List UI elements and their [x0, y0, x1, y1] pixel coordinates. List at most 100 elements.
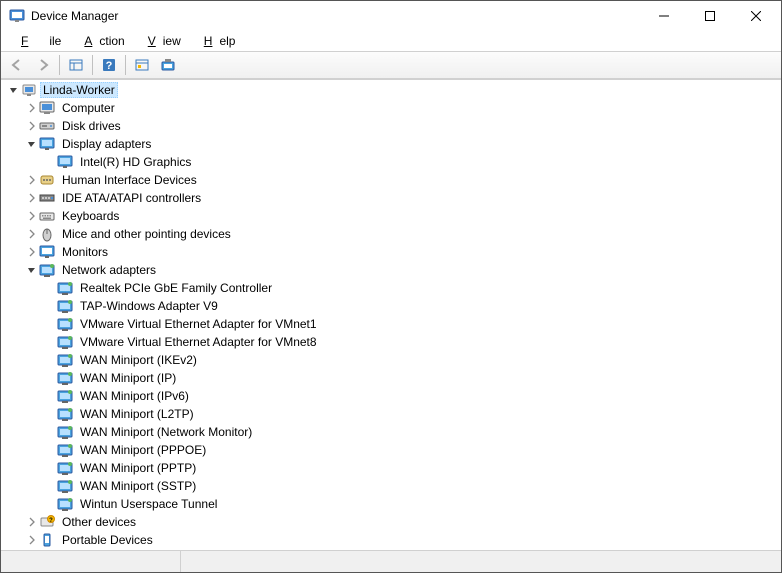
tree-device[interactable]: Realtek PCIe GbE Family Controller	[3, 279, 781, 297]
window-title: Device Manager	[31, 9, 641, 23]
network-icon	[57, 406, 73, 422]
mouse-icon	[39, 226, 55, 242]
titlebar[interactable]: Device Manager	[1, 1, 781, 31]
chevron-down-icon[interactable]	[25, 263, 39, 277]
tree-device[interactable]: Intel(R) HD Graphics	[3, 153, 781, 171]
network-icon	[57, 424, 73, 440]
toolbar-separator	[59, 55, 60, 75]
tree-category-label: Human Interface Devices	[59, 173, 200, 187]
ide-icon	[39, 190, 55, 206]
tree-device[interactable]: WAN Miniport (IP)	[3, 369, 781, 387]
scan-button[interactable]	[130, 53, 154, 77]
network-icon	[57, 298, 73, 314]
show-hide-console-button[interactable]	[64, 53, 88, 77]
tree-device-label: VMware Virtual Ethernet Adapter for VMne…	[77, 317, 320, 331]
menu-help[interactable]: Help	[190, 33, 243, 49]
tree-device-label: WAN Miniport (IPv6)	[77, 389, 192, 403]
tree-category-label: Mice and other pointing devices	[59, 227, 234, 241]
tree-category-label: Other devices	[59, 515, 139, 529]
properties-toolbar-button[interactable]	[156, 53, 180, 77]
tree-category-label: Keyboards	[59, 209, 122, 223]
tree-category[interactable]: Network adapters	[3, 261, 781, 279]
status-cell	[1, 551, 181, 572]
toolbar: ?	[1, 51, 781, 79]
app-icon	[9, 8, 25, 24]
tree-device[interactable]: VMware Virtual Ethernet Adapter for VMne…	[3, 315, 781, 333]
chevron-right-icon[interactable]	[25, 515, 39, 529]
disk-icon	[39, 118, 55, 134]
portable-icon	[39, 532, 55, 548]
chevron-right-icon[interactable]	[25, 173, 39, 187]
tree-category[interactable]: Monitors	[3, 243, 781, 261]
tree-device[interactable]: VMware Virtual Ethernet Adapter for VMne…	[3, 333, 781, 351]
menu-action[interactable]: Action	[70, 33, 131, 49]
tree-category[interactable]: Human Interface Devices	[3, 171, 781, 189]
other-icon	[39, 514, 55, 530]
device-tree: Linda-Worker Computer Disk drivesDisplay a…	[3, 81, 781, 549]
network-icon	[57, 370, 73, 386]
tree-device-label: TAP-Windows Adapter V9	[77, 299, 221, 313]
tree-category[interactable]: Other devices	[3, 513, 781, 531]
tree-device[interactable]: WAN Miniport (PPPOE)	[3, 441, 781, 459]
tree-category[interactable]: Mice and other pointing devices	[3, 225, 781, 243]
tree-device-label: VMware Virtual Ethernet Adapter for VMne…	[77, 335, 320, 349]
status-cell	[181, 551, 781, 572]
tree-root-label: Linda-Worker	[40, 82, 118, 98]
tree-device[interactable]: WAN Miniport (Network Monitor)	[3, 423, 781, 441]
tree-category-label: Monitors	[59, 245, 111, 259]
help-button[interactable]: ?	[97, 53, 121, 77]
network-icon	[57, 316, 73, 332]
chevron-right-icon[interactable]	[25, 227, 39, 241]
network-icon	[57, 478, 73, 494]
tree-device[interactable]: WAN Miniport (SSTP)	[3, 477, 781, 495]
tree-category[interactable]: Portable Devices	[3, 531, 781, 549]
toolbar-separator	[92, 55, 93, 75]
tree-category[interactable]: Computer	[3, 99, 781, 117]
tree-device-label: Realtek PCIe GbE Family Controller	[77, 281, 275, 295]
tree-device-label: Wintun Userspace Tunnel	[77, 497, 220, 511]
chevron-right-icon[interactable]	[25, 245, 39, 259]
menubar: File Action View Help	[1, 31, 781, 51]
network-icon	[57, 334, 73, 350]
display-icon	[39, 136, 55, 152]
forward-button[interactable]	[31, 53, 55, 77]
svg-text:?: ?	[106, 60, 113, 72]
tree-device[interactable]: WAN Miniport (PPTP)	[3, 459, 781, 477]
network-icon	[57, 280, 73, 296]
tree-device-label: WAN Miniport (SSTP)	[77, 479, 199, 493]
device-manager-window: Device Manager File Action View Help ?	[0, 0, 782, 573]
close-button[interactable]	[733, 1, 779, 31]
network-icon	[57, 388, 73, 404]
chevron-right-icon[interactable]	[25, 101, 39, 115]
chevron-right-icon[interactable]	[25, 119, 39, 133]
menu-file[interactable]: File	[7, 33, 68, 49]
network-icon	[39, 262, 55, 278]
network-icon	[57, 352, 73, 368]
network-icon	[57, 442, 73, 458]
chevron-right-icon[interactable]	[25, 191, 39, 205]
chevron-right-icon[interactable]	[25, 209, 39, 223]
back-button[interactable]	[5, 53, 29, 77]
tree-category[interactable]: Disk drives	[3, 117, 781, 135]
tree-device[interactable]: WAN Miniport (L2TP)	[3, 405, 781, 423]
tree-device[interactable]: TAP-Windows Adapter V9	[3, 297, 781, 315]
tree-category[interactable]: Keyboards	[3, 207, 781, 225]
tree-category-label: IDE ATA/ATAPI controllers	[59, 191, 204, 205]
tree-category-label: Portable Devices	[59, 533, 156, 547]
tree-category[interactable]: IDE ATA/ATAPI controllers	[3, 189, 781, 207]
tree-device-label: WAN Miniport (IP)	[77, 371, 179, 385]
menu-view[interactable]: View	[134, 33, 188, 49]
tree-device[interactable]: WAN Miniport (IPv6)	[3, 387, 781, 405]
device-tree-scroll[interactable]: Linda-Worker Computer Disk drivesDisplay a…	[1, 80, 781, 550]
tree-device[interactable]: Wintun Userspace Tunnel	[3, 495, 781, 513]
minimize-button[interactable]	[641, 1, 687, 31]
tree-root[interactable]: Linda-Worker	[3, 81, 781, 99]
statusbar	[1, 550, 781, 572]
chevron-down-icon[interactable]	[7, 83, 21, 97]
tree-device[interactable]: WAN Miniport (IKEv2)	[3, 351, 781, 369]
tree-category[interactable]: Display adapters	[3, 135, 781, 153]
chevron-right-icon[interactable]	[25, 533, 39, 547]
tree-category-label: Computer	[59, 101, 118, 115]
maximize-button[interactable]	[687, 1, 733, 31]
chevron-down-icon[interactable]	[25, 137, 39, 151]
